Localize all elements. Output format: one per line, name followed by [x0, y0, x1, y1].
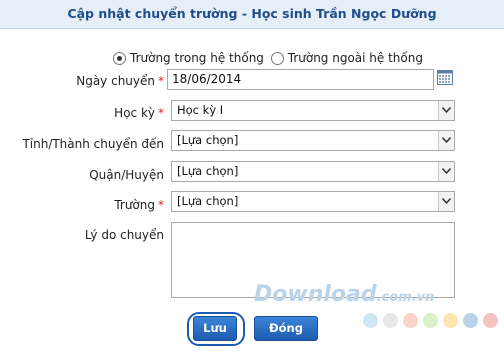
- dot: [443, 313, 458, 328]
- transfer-date-label: Ngày chuyển *: [40, 74, 164, 88]
- chevron-down-icon[interactable]: [438, 162, 454, 181]
- reason-label-text: Lý do chuyển: [84, 228, 164, 242]
- district-label: Quận/Huyện: [40, 168, 164, 182]
- province-label: Tỉnh/Thành chuyển đến: [20, 137, 164, 151]
- dialog-title: Cập nhật chuyển trường - Học sinh Trần N…: [67, 6, 437, 21]
- province-select[interactable]: [Lựa chọn]: [171, 130, 455, 151]
- dot: [463, 313, 478, 328]
- required-mark: *: [158, 198, 164, 212]
- dot: [403, 313, 418, 328]
- reason-label: Lý do chuyển: [40, 228, 164, 242]
- semester-label-text: Học kỳ: [114, 106, 155, 120]
- transfer-date-label-text: Ngày chuyển: [76, 74, 155, 88]
- calendar-icon[interactable]: [437, 70, 453, 85]
- radio-external-label: Trường ngoài hệ thống: [287, 50, 423, 65]
- download-watermark: Download.com.vn: [254, 282, 434, 307]
- dialog-titlebar: Cập nhật chuyển trường - Học sinh Trần N…: [0, 0, 504, 29]
- radio-internal-school[interactable]: Trường trong hệ thống: [113, 51, 264, 65]
- district-label-text: Quận/Huyện: [89, 168, 164, 182]
- school-label-text: Trường: [114, 198, 155, 212]
- watermark-text: Download: [254, 282, 377, 307]
- province-label-text: Tỉnh/Thành chuyển đến: [22, 137, 164, 151]
- semester-label: Học kỳ *: [40, 106, 164, 120]
- save-button[interactable]: Lưu: [193, 316, 237, 341]
- radio-external-school[interactable]: Trường ngoài hệ thống: [270, 50, 423, 65]
- dot: [423, 313, 438, 328]
- chevron-down-icon[interactable]: [438, 192, 454, 211]
- radio-checked-icon[interactable]: [113, 51, 126, 65]
- chevron-down-icon[interactable]: [438, 101, 454, 120]
- required-mark: *: [158, 74, 164, 88]
- dot: [383, 313, 398, 328]
- district-select[interactable]: [Lựa chọn]: [171, 161, 455, 182]
- semester-value: Học kỳ I: [177, 103, 224, 117]
- school-select[interactable]: [Lựa chọn]: [171, 191, 455, 212]
- semester-select[interactable]: Học kỳ I: [171, 100, 455, 121]
- transfer-date-value: 18/06/2014: [172, 72, 242, 86]
- province-value: [Lựa chọn]: [177, 133, 239, 147]
- dot: [363, 313, 378, 328]
- radio-internal-label: Trường trong hệ thống: [130, 50, 264, 65]
- transfer-date-input[interactable]: 18/06/2014: [167, 69, 434, 90]
- close-button[interactable]: Đóng: [254, 316, 318, 341]
- school-type-radio-group: Trường trong hệ thống Trường ngoài hệ th…: [113, 50, 423, 66]
- district-value: [Lựa chọn]: [177, 164, 239, 178]
- watermark-suffix: .com.vn: [376, 290, 435, 305]
- chevron-down-icon[interactable]: [438, 131, 454, 150]
- dot: [483, 313, 498, 328]
- school-label: Trường *: [40, 198, 164, 212]
- school-value: [Lựa chọn]: [177, 194, 239, 208]
- required-mark: *: [158, 106, 164, 120]
- radio-unchecked-icon[interactable]: [270, 51, 284, 65]
